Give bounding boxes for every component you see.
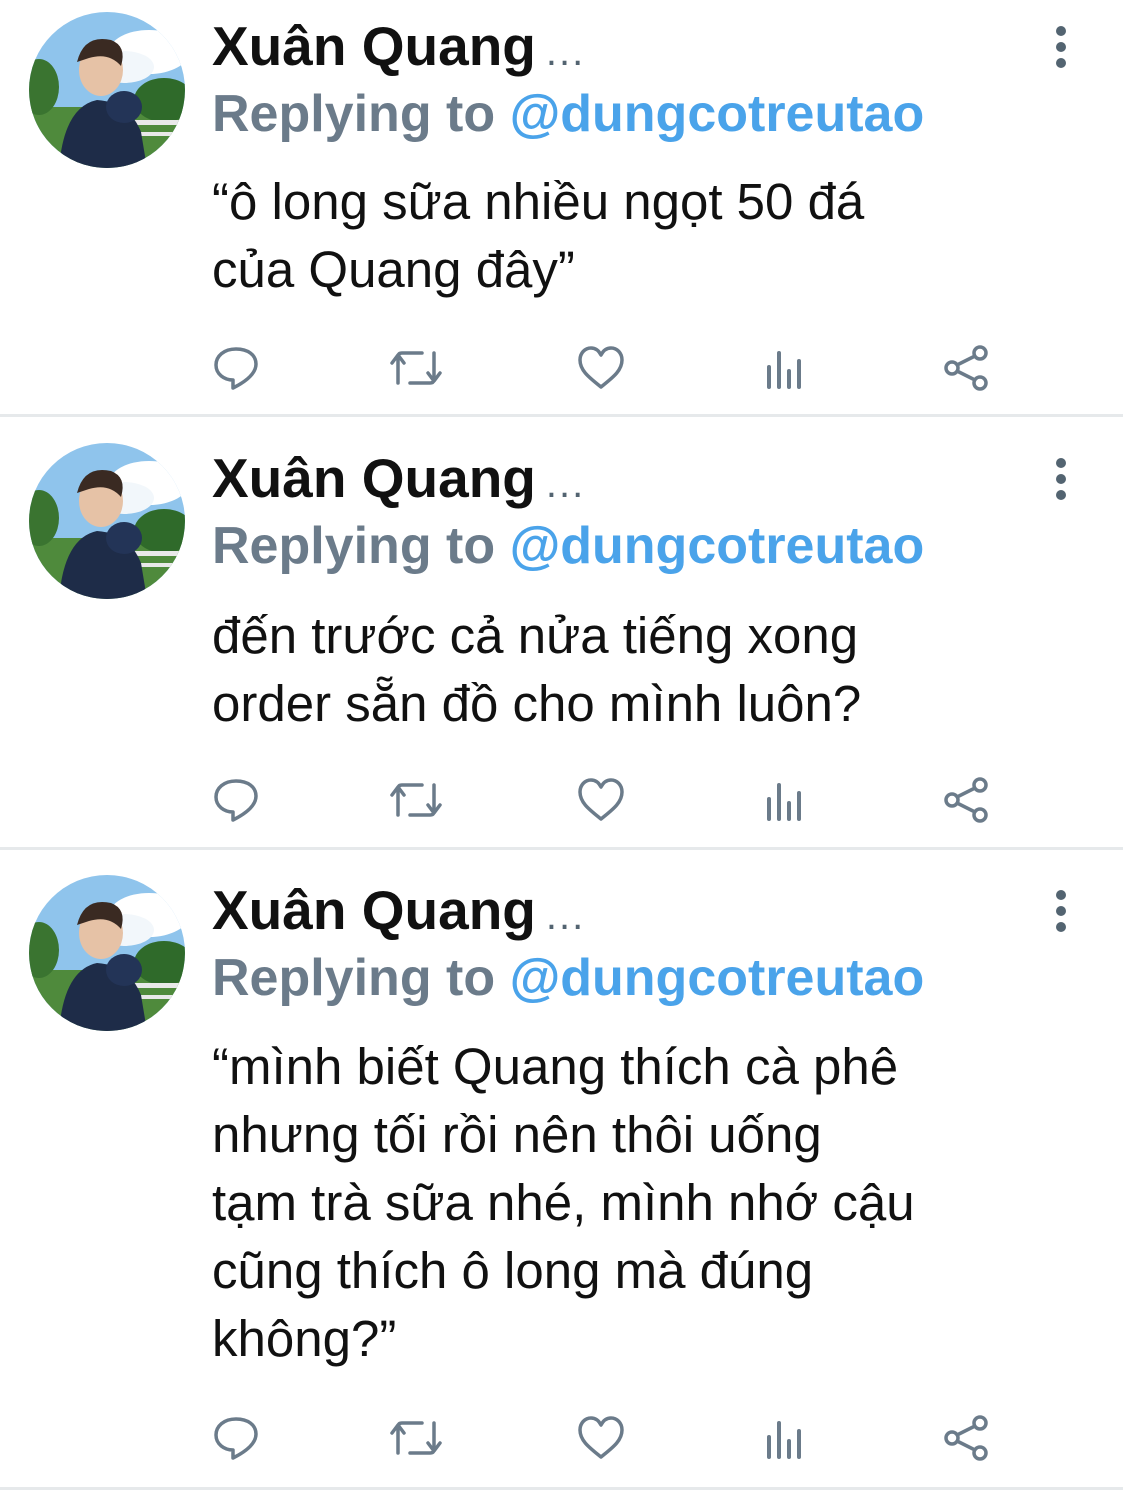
reply-handle-link[interactable]: @dungcotreutao: [510, 85, 925, 143]
retweet-button[interactable]: [388, 772, 444, 828]
tweet[interactable]: Xuân Quang... Replying to @dungcotreutao…: [0, 0, 1123, 415]
retweet-button[interactable]: [388, 1410, 444, 1466]
retweet-icon: [390, 351, 442, 385]
tweet-actions: [205, 1410, 1005, 1466]
tweet[interactable]: Xuân Quang... Replying to @dungcotreutao…: [0, 850, 1123, 1496]
tweet-text: đến trước cả nửa tiếng xong order sẵn đồ…: [212, 607, 862, 732]
author-name-row[interactable]: Xuân Quang...: [212, 880, 585, 946]
tweet-text: “ô long sữa nhiều ngọt 50 đá của Quang đ…: [212, 173, 865, 298]
bar-chart-icon: [767, 1421, 801, 1459]
share-button[interactable]: [939, 340, 995, 396]
retweet-button[interactable]: [388, 340, 444, 396]
author-name[interactable]: Xuân Quang: [212, 879, 536, 941]
bar-chart-icon: [767, 783, 801, 821]
replying-to: Replying to @dungcotreutao: [212, 516, 924, 576]
author-name-ellipsis: ...: [545, 462, 586, 506]
tweet-actions: [205, 340, 1005, 396]
share-icon: [944, 777, 988, 823]
heart-icon: [578, 778, 624, 821]
analytics-button[interactable]: [757, 772, 813, 828]
replying-to: Replying to @dungcotreutao: [212, 84, 924, 144]
speech-bubble-icon: [214, 347, 258, 390]
heart-icon: [578, 346, 624, 389]
share-icon: [944, 1415, 988, 1461]
author-name[interactable]: Xuân Quang: [212, 447, 536, 509]
vertical-dots-icon[interactable]: [1046, 889, 1076, 933]
share-button[interactable]: [939, 1410, 995, 1466]
bar-chart-icon: [767, 351, 801, 389]
reply-handle-link[interactable]: @dungcotreutao: [510, 949, 925, 1007]
share-icon: [944, 345, 988, 391]
author-name-ellipsis: ...: [545, 894, 586, 938]
replying-to-label: Replying to: [212, 949, 496, 1007]
tweet-actions: [205, 772, 1005, 828]
analytics-button[interactable]: [757, 340, 813, 396]
author-name[interactable]: Xuân Quang: [212, 15, 536, 77]
tweet-text: “mình biết Quang thích cà phê nhưng tối …: [212, 1038, 915, 1367]
avatar[interactable]: [29, 443, 185, 599]
replying-to-label: Replying to: [212, 517, 496, 575]
replying-to: Replying to @dungcotreutao: [212, 948, 924, 1008]
reply-button[interactable]: [208, 340, 264, 396]
retweet-icon: [390, 1421, 442, 1455]
author-name-ellipsis: ...: [545, 30, 586, 74]
vertical-dots-icon[interactable]: [1046, 457, 1076, 501]
replying-to-label: Replying to: [212, 85, 496, 143]
like-button[interactable]: [573, 340, 629, 396]
heart-icon: [578, 1416, 624, 1459]
reply-button[interactable]: [208, 1410, 264, 1466]
vertical-dots-icon[interactable]: [1046, 25, 1076, 69]
reply-button[interactable]: [208, 772, 264, 828]
speech-bubble-icon: [214, 1417, 258, 1460]
reply-handle-link[interactable]: @dungcotreutao: [510, 517, 925, 575]
retweet-icon: [390, 783, 442, 817]
divider: [0, 1487, 1123, 1490]
share-button[interactable]: [939, 772, 995, 828]
like-button[interactable]: [573, 1410, 629, 1466]
author-name-row[interactable]: Xuân Quang...: [212, 448, 585, 514]
avatar[interactable]: [29, 12, 185, 168]
avatar[interactable]: [29, 875, 185, 1031]
analytics-button[interactable]: [757, 1410, 813, 1466]
tweet[interactable]: Xuân Quang... Replying to @dungcotreutao…: [0, 417, 1123, 847]
speech-bubble-icon: [214, 779, 258, 822]
like-button[interactable]: [573, 772, 629, 828]
author-name-row[interactable]: Xuân Quang...: [212, 16, 585, 82]
